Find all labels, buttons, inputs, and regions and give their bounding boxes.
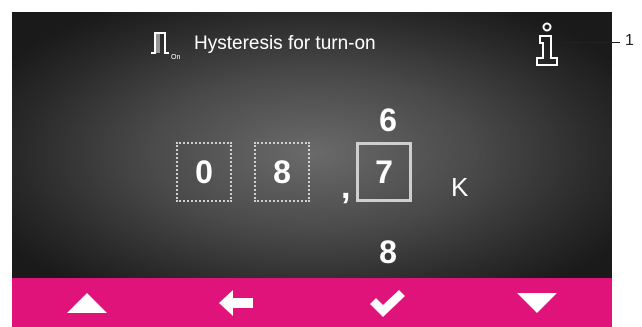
triangle-up-icon bbox=[67, 292, 107, 313]
spinner-down-value: 8 bbox=[379, 234, 397, 270]
digit-tenths-active[interactable]: 7 bbox=[356, 142, 412, 202]
digit-ones[interactable]: 8 bbox=[254, 142, 310, 202]
svg-text:On: On bbox=[171, 54, 180, 61]
callout-line bbox=[562, 42, 620, 43]
spinner-up-value: 6 bbox=[379, 102, 397, 138]
down-button[interactable] bbox=[462, 278, 612, 327]
page-title: Hysteresis for turn-on bbox=[194, 33, 376, 54]
confirm-button[interactable] bbox=[312, 278, 462, 327]
decimal-separator: , bbox=[341, 168, 351, 206]
bottom-toolbar bbox=[12, 278, 612, 327]
unit-label: K bbox=[451, 172, 469, 202]
info-icon[interactable] bbox=[532, 22, 562, 68]
digit-tens[interactable]: 0 bbox=[176, 142, 232, 202]
up-button[interactable] bbox=[12, 278, 162, 327]
arrow-left-icon bbox=[219, 289, 253, 316]
hysteresis-on-icon: On bbox=[149, 29, 183, 61]
callout-number: 1 bbox=[625, 32, 634, 49]
triangle-down-icon bbox=[517, 292, 557, 313]
back-button[interactable] bbox=[162, 278, 312, 327]
checkmark-icon bbox=[370, 289, 405, 317]
